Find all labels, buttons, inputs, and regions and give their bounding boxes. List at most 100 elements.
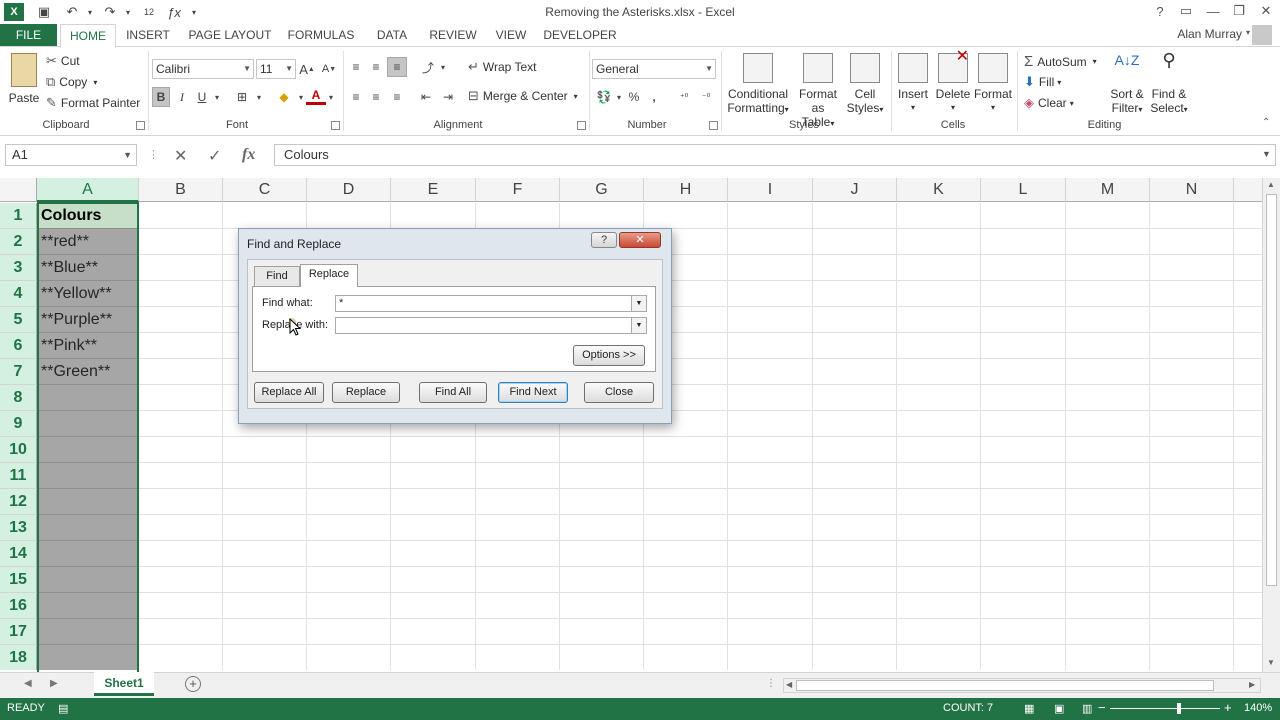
- find-all-button[interactable]: Find All: [419, 382, 487, 403]
- tab-page-layout[interactable]: PAGE LAYOUT: [184, 24, 276, 47]
- number-launcher-icon[interactable]: [709, 121, 718, 130]
- tab-review[interactable]: REVIEW: [424, 24, 482, 47]
- sheet-tab-sheet1[interactable]: Sheet1: [94, 672, 154, 696]
- column-header-h[interactable]: H: [644, 178, 728, 202]
- decrease-indent-icon[interactable]: ⇤: [416, 87, 436, 107]
- cell-styles-button[interactable]: Cell Styles▾: [844, 53, 886, 117]
- cell-a18[interactable]: [38, 645, 138, 670]
- page-layout-view-icon[interactable]: ▣: [1054, 702, 1064, 715]
- decrease-font-icon[interactable]: A ▼: [320, 59, 338, 79]
- currency-dropdown-icon[interactable]: ▾: [614, 87, 624, 107]
- zoom-slider-thumb[interactable]: [1177, 703, 1181, 714]
- column-header-partial[interactable]: [1234, 178, 1262, 202]
- column-header-e[interactable]: E: [391, 178, 476, 202]
- row-header[interactable]: 16: [0, 593, 37, 619]
- number-format-select[interactable]: General ▼: [592, 59, 716, 79]
- chevron-down-icon[interactable]: ▼: [631, 318, 646, 333]
- increase-font-icon[interactable]: A ▲: [298, 59, 316, 79]
- fill-color-dropdown-icon[interactable]: ▾: [296, 87, 306, 107]
- cancel-entry-icon[interactable]: ✕: [174, 146, 187, 166]
- font-size-select[interactable]: 11 ▼: [256, 59, 296, 79]
- row-header[interactable]: 10: [0, 437, 37, 463]
- row-header[interactable]: 5: [0, 307, 37, 333]
- autosum-button[interactable]: Σ AutoSum ▾: [1024, 53, 1097, 70]
- expand-formula-bar-icon[interactable]: ▼: [1262, 149, 1271, 159]
- font-color-dropdown-icon[interactable]: ▾: [326, 87, 336, 107]
- restore-icon[interactable]: ❐: [1229, 2, 1249, 20]
- zoom-level[interactable]: 140%: [1244, 702, 1272, 714]
- previous-sheet-icon[interactable]: ◀: [24, 678, 32, 689]
- copy-button[interactable]: ⧉ Copy ▾: [46, 74, 97, 90]
- sort-filter-button[interactable]: A↓Z Sort & Filter▾: [1106, 53, 1148, 117]
- row-header[interactable]: 12: [0, 489, 37, 515]
- page-break-view-icon[interactable]: ▥: [1082, 702, 1092, 715]
- cell-a13[interactable]: [38, 515, 138, 541]
- tab-find[interactable]: Find: [254, 266, 300, 286]
- chevron-down-icon[interactable]: ▾: [574, 92, 578, 101]
- formula-input[interactable]: Colours: [274, 144, 1276, 166]
- cell-a16[interactable]: [38, 593, 138, 619]
- alignment-launcher-icon[interactable]: [577, 121, 586, 130]
- paste-button[interactable]: Paste: [6, 53, 42, 105]
- close-button[interactable]: Close: [584, 382, 654, 403]
- bold-button[interactable]: B: [152, 87, 170, 107]
- row-header[interactable]: 4: [0, 281, 37, 307]
- row-header[interactable]: 3: [0, 255, 37, 281]
- minimize-icon[interactable]: —: [1203, 2, 1223, 20]
- copy-dropdown-icon[interactable]: ▾: [93, 78, 97, 87]
- currency-icon[interactable]: 💱: [594, 87, 614, 107]
- column-header-m[interactable]: M: [1066, 178, 1150, 202]
- scroll-up-icon[interactable]: ▲: [1267, 180, 1275, 189]
- zoom-out-icon[interactable]: −: [1098, 700, 1106, 715]
- fill-button[interactable]: ⬇ Fill ▾: [1024, 74, 1061, 90]
- underline-button[interactable]: U: [194, 87, 210, 107]
- cell-a8[interactable]: [38, 385, 138, 411]
- cell-a7[interactable]: **Green**: [38, 359, 138, 385]
- increase-indent-icon[interactable]: ⇥: [438, 87, 458, 107]
- row-header[interactable]: 17: [0, 619, 37, 645]
- merge-center-button[interactable]: ⊟ Merge & Center ▾: [468, 88, 578, 104]
- find-next-button[interactable]: Find Next: [498, 382, 568, 403]
- align-top-icon[interactable]: ≡: [346, 57, 366, 77]
- tab-split-grip-icon[interactable]: ⋮: [766, 678, 776, 689]
- confirm-entry-icon[interactable]: ✓: [208, 146, 221, 166]
- cell-a2[interactable]: **red**: [38, 229, 138, 255]
- horizontal-scroll-thumb[interactable]: [796, 680, 1214, 691]
- row-header[interactable]: 15: [0, 567, 37, 593]
- tab-view[interactable]: VIEW: [490, 24, 532, 47]
- cell-a15[interactable]: [38, 567, 138, 593]
- italic-button[interactable]: I: [174, 87, 190, 107]
- tab-insert[interactable]: INSERT: [120, 24, 176, 47]
- cell-a5[interactable]: **Purple**: [38, 307, 138, 333]
- orientation-icon[interactable]: ⤴: [418, 57, 438, 77]
- zoom-in-icon[interactable]: +: [1224, 700, 1232, 715]
- row-header[interactable]: 8: [0, 385, 37, 411]
- column-header-g[interactable]: G: [560, 178, 644, 202]
- close-window-icon[interactable]: ✕: [1256, 2, 1276, 20]
- cell-a9[interactable]: [38, 411, 138, 437]
- align-bottom-icon[interactable]: ≡: [387, 57, 407, 77]
- chevron-down-icon[interactable]: ▼: [631, 296, 646, 311]
- font-color-icon[interactable]: A: [306, 87, 326, 105]
- cell-a4[interactable]: **Yellow**: [38, 281, 138, 307]
- collapse-ribbon-icon[interactable]: ⌃: [1262, 117, 1270, 128]
- options-button[interactable]: Options >>: [573, 345, 645, 366]
- tab-file[interactable]: FILE: [0, 24, 57, 47]
- underline-dropdown-icon[interactable]: ▾: [212, 87, 222, 107]
- conditional-formatting-button[interactable]: Conditional Formatting▾: [724, 53, 792, 117]
- add-sheet-icon[interactable]: +: [185, 676, 201, 692]
- dialog-help-icon[interactable]: ?: [591, 232, 617, 248]
- scroll-left-icon[interactable]: ◀: [786, 680, 792, 689]
- align-left-icon[interactable]: ≡: [346, 87, 366, 107]
- row-header[interactable]: 7: [0, 359, 37, 385]
- row-header[interactable]: 18: [0, 645, 37, 670]
- macro-record-icon[interactable]: ▤: [58, 702, 68, 715]
- column-header-a[interactable]: A: [37, 178, 139, 202]
- insert-cells-button[interactable]: Insert ▾: [894, 53, 932, 115]
- zoom-slider-track[interactable]: [1110, 708, 1220, 709]
- decrease-decimal-icon[interactable]: ⁻⁰: [696, 87, 716, 107]
- align-center-icon[interactable]: ≡: [366, 87, 386, 107]
- horizontal-scrollbar[interactable]: ◀ ▶: [783, 678, 1261, 693]
- replace-button[interactable]: Replace: [332, 382, 400, 403]
- font-name-select[interactable]: Calibri ▼: [152, 59, 254, 79]
